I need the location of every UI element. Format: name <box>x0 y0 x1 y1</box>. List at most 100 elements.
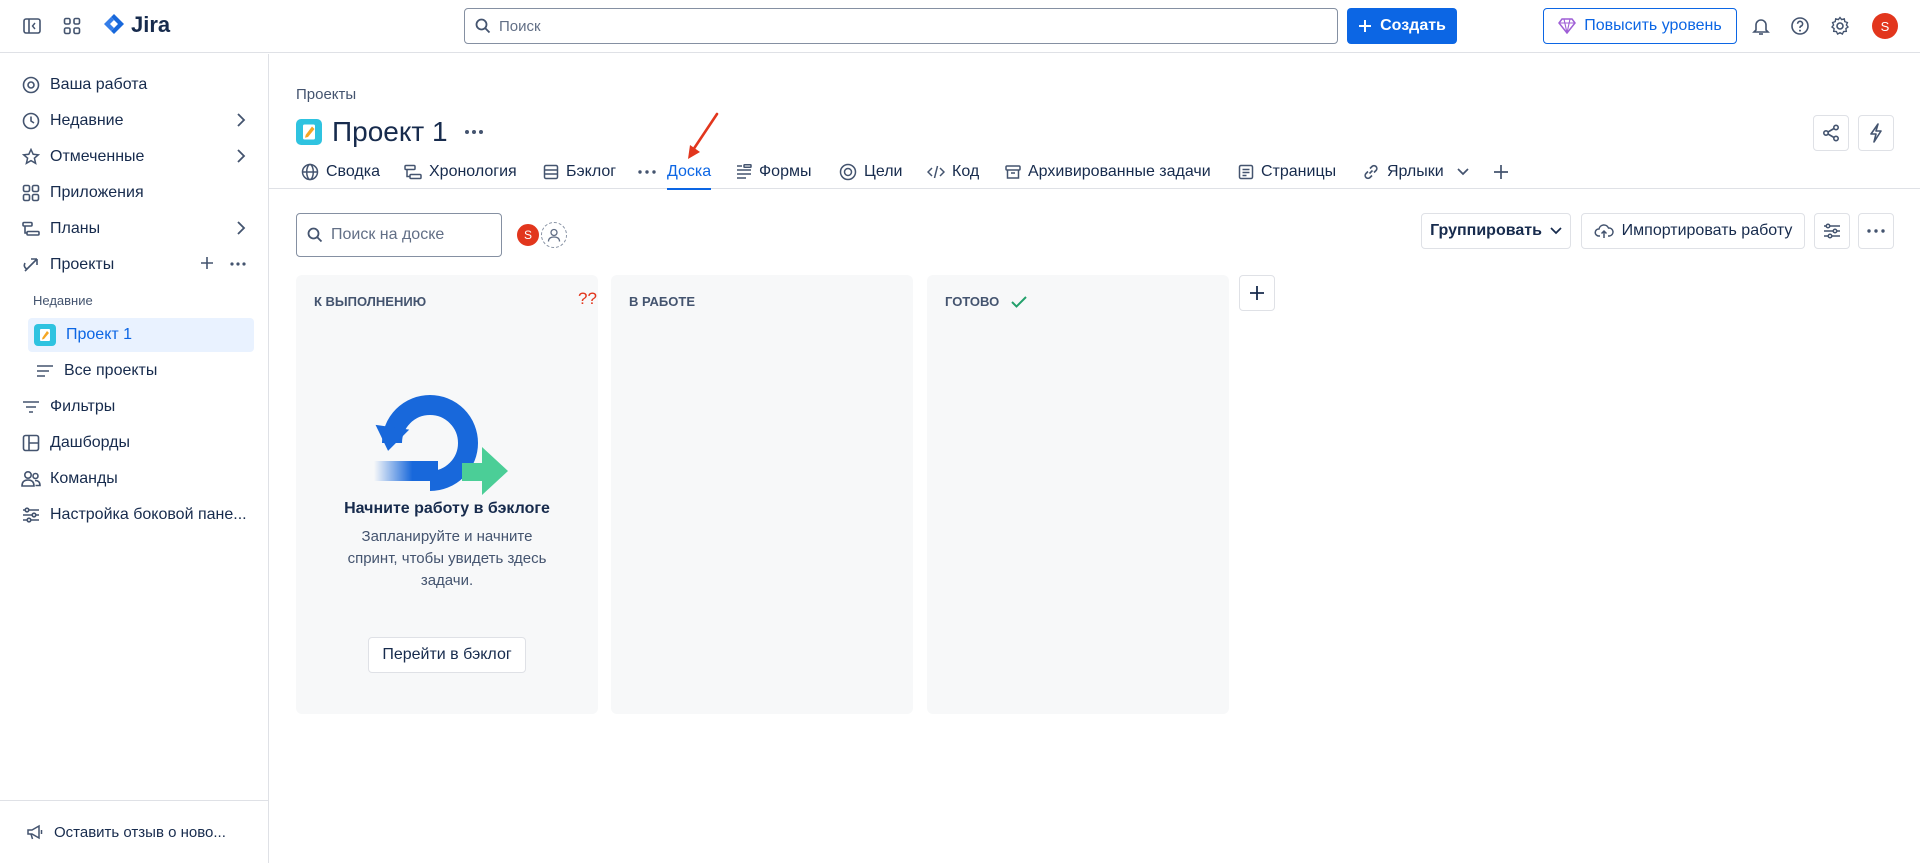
global-search[interactable] <box>464 8 1338 44</box>
create-button-label: Создать <box>1380 17 1446 34</box>
add-tab-plus-icon[interactable] <box>1493 155 1509 189</box>
sidebar-item-dashboards[interactable]: Дашборды <box>20 426 254 460</box>
app-switcher-icon[interactable] <box>60 14 84 38</box>
view-settings-icon[interactable] <box>1814 213 1850 249</box>
sidebar-item-recent[interactable]: Недавние <box>20 104 254 138</box>
tab-backlog[interactable]: Бэклог <box>543 155 616 189</box>
tab-goals[interactable]: Цели <box>839 155 902 189</box>
sidebar-item-label: Команды <box>50 470 118 487</box>
help-icon[interactable] <box>1788 14 1812 38</box>
filter-icon <box>20 396 42 418</box>
timeline-icon <box>404 164 422 180</box>
upgrade-button[interactable]: Повысить уровень <box>1543 8 1737 44</box>
projects-more-icon[interactable] <box>230 262 246 266</box>
sidebar-item-label: Проект 1 <box>66 326 133 343</box>
tab-code[interactable]: Код <box>927 155 979 189</box>
chevron-right-icon[interactable] <box>236 149 246 163</box>
clock-icon <box>20 110 42 132</box>
tab-more-handle[interactable] <box>638 155 656 189</box>
tab-archived[interactable]: Архивированные задачи <box>1005 155 1211 189</box>
sidebar-item-label: Настройка боковой пане... <box>50 506 247 523</box>
breadcrumb[interactable]: Проекты <box>296 86 356 103</box>
sidebar-item-label: Дашборды <box>50 434 130 451</box>
sidebar-item-filters[interactable]: Фильтры <box>20 390 254 424</box>
goals-icon <box>839 163 857 181</box>
sidebar-item-all-projects[interactable]: Все проекты <box>34 354 254 388</box>
board-search-input[interactable] <box>331 226 491 244</box>
tab-forms[interactable]: Формы <box>736 155 811 189</box>
plans-icon <box>20 218 42 240</box>
board-column-done[interactable]: ГОТОВО <box>927 275 1229 714</box>
top-navigation: Jira Создать Повысить уровень S <box>0 0 1920 53</box>
customize-icon <box>20 504 42 526</box>
unassigned-avatar-icon[interactable] <box>541 222 567 248</box>
tab-shortcuts[interactable]: Ярлыки <box>1362 155 1469 189</box>
project-more-icon[interactable] <box>464 129 484 135</box>
sidebar-item-teams[interactable]: Команды <box>20 462 254 496</box>
sidebar-toggle-icon[interactable] <box>20 14 44 38</box>
import-work-button[interactable]: Импортировать работу <box>1581 213 1805 249</box>
tab-label: Бэклог <box>566 163 617 180</box>
empty-state: Начните работу в бэклоге Запланируйте и … <box>296 385 598 592</box>
teams-icon <box>20 468 42 490</box>
pages-icon <box>1238 164 1254 180</box>
megaphone-icon <box>24 821 46 843</box>
sidebar-item-apps[interactable]: Приложения <box>20 176 254 210</box>
sidebar-item-starred[interactable]: Отмеченные <box>20 140 254 174</box>
column-header: В РАБОТЕ <box>629 294 695 309</box>
sidebar-item-label: Фильтры <box>50 398 116 415</box>
search-input[interactable] <box>499 17 1299 35</box>
tab-label: Код <box>952 163 980 180</box>
app-name: Jira <box>131 12 171 37</box>
sidebar-section-recent: Недавние <box>33 293 93 308</box>
board-column-todo[interactable]: К ВЫПОЛНЕНИЮ ?? Начните работу в бэклоге… <box>296 275 598 714</box>
notifications-icon[interactable] <box>1749 14 1773 38</box>
list-icon <box>34 360 56 382</box>
feedback-link[interactable]: Оставить отзыв о ново... <box>24 815 258 849</box>
apps-icon <box>20 182 42 204</box>
tab-label: Формы <box>759 163 812 180</box>
board-more-icon[interactable] <box>1858 213 1894 249</box>
tab-timeline[interactable]: Хронология <box>404 155 517 189</box>
board-search[interactable] <box>296 213 502 257</box>
jira-logo[interactable]: Jira <box>103 12 170 38</box>
tab-label: Архивированные задачи <box>1028 163 1211 180</box>
group-by-label: Группировать <box>1430 222 1542 239</box>
sidebar-item-your-work[interactable]: Ваша работа <box>20 68 254 102</box>
jira-logo-icon <box>104 14 124 34</box>
board-column-in-progress[interactable]: В РАБОТЕ <box>611 275 913 714</box>
column-header: К ВЫПОЛНЕНИЮ <box>314 294 426 309</box>
tab-pages[interactable]: Страницы <box>1238 155 1336 189</box>
backlog-icon <box>543 164 559 180</box>
chevron-right-icon[interactable] <box>236 221 246 235</box>
add-column-plus-icon[interactable] <box>1239 275 1275 311</box>
search-icon <box>307 227 323 243</box>
sidebar-item-label: Проекты <box>50 256 115 273</box>
go-to-backlog-button[interactable]: Перейти в бэклог <box>368 637 526 673</box>
tab-label: Доска <box>667 163 712 180</box>
create-button[interactable]: Создать <box>1347 8 1457 44</box>
your-work-icon <box>20 74 42 96</box>
sidebar: Ваша работа Недавние Отмеченные Приложен… <box>0 54 269 863</box>
sidebar-item-customize[interactable]: Настройка боковой пане... <box>20 498 254 532</box>
sidebar-item-plans[interactable]: Планы <box>20 212 254 246</box>
tab-summary[interactable]: Сводка <box>301 155 380 189</box>
share-icon[interactable] <box>1813 115 1849 151</box>
sidebar-item-label: Отмеченные <box>50 148 145 165</box>
assignee-avatar[interactable]: S <box>515 222 541 248</box>
add-project-plus-icon[interactable] <box>200 256 214 270</box>
sidebar-item-label: Все проекты <box>64 362 158 379</box>
user-avatar[interactable]: S <box>1872 13 1898 39</box>
chevron-right-icon[interactable] <box>236 113 246 127</box>
diamond-icon <box>1558 18 1577 34</box>
sprint-illustration-icon <box>374 395 508 495</box>
cloud-upload-icon <box>1594 223 1614 239</box>
project-tabs: Сводка Хронология Бэклог Доска Формы Цел… <box>269 155 1920 190</box>
sidebar-item-projects[interactable]: Проекты <box>20 248 254 282</box>
group-by-button[interactable]: Группировать <box>1421 213 1571 249</box>
settings-gear-icon[interactable] <box>1828 14 1852 38</box>
sidebar-item-project-1[interactable]: Проект 1 <box>28 318 254 352</box>
column-marker: ?? <box>578 289 597 308</box>
automation-lightning-icon[interactable] <box>1858 115 1894 151</box>
chevron-down-icon[interactable] <box>1457 168 1469 176</box>
